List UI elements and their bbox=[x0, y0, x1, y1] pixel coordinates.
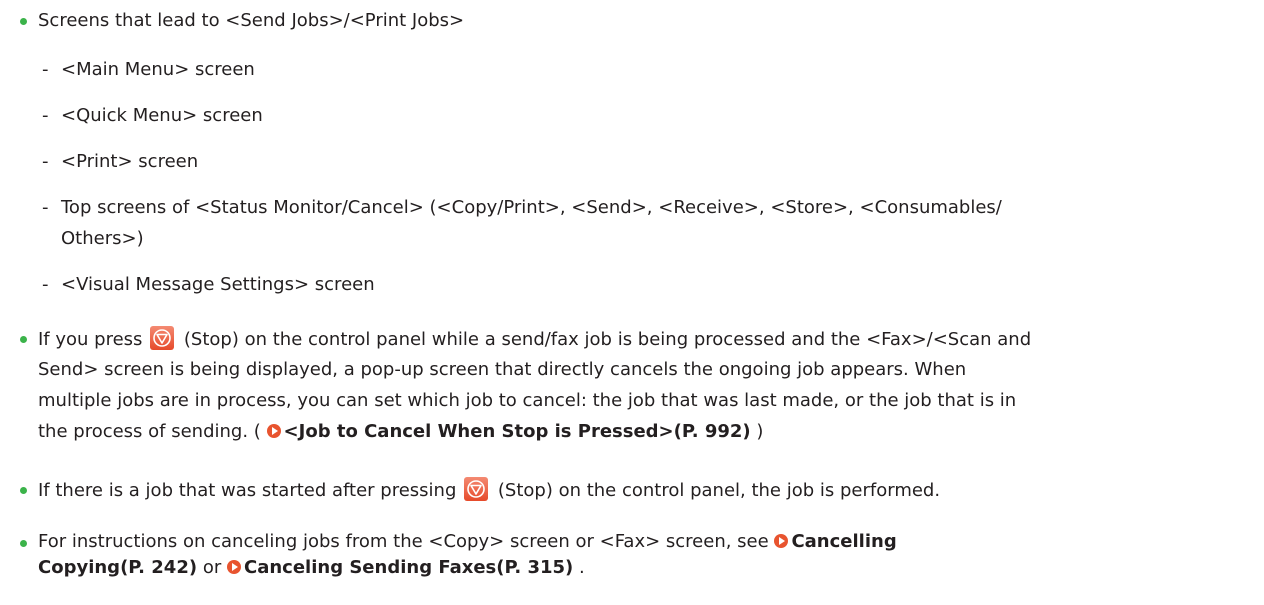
bullet-text-line: Copying(P. 242) or Canceling Sending Fax… bbox=[38, 557, 585, 578]
bullet-dot bbox=[20, 487, 27, 494]
bullet-dot bbox=[20, 540, 27, 547]
bullet-text-line: multiple jobs are in process, you can se… bbox=[38, 390, 1017, 411]
bullet-text-line: the process of sending. ( <Job to Cancel… bbox=[38, 421, 764, 442]
bullet-text-line: Send> screen is being displayed, a pop-u… bbox=[38, 359, 967, 380]
link-arrow-icon bbox=[774, 534, 789, 548]
bullet-text: Screens that lead to <Send Jobs>/<Print … bbox=[38, 10, 465, 31]
bullet-text: If you press (Stop) on the control panel… bbox=[38, 326, 1031, 352]
link-canceling-sending-faxes[interactable]: Canceling Sending Faxes(P. 315) bbox=[244, 557, 573, 578]
bullet-dot bbox=[20, 336, 27, 343]
stop-button-icon bbox=[150, 326, 175, 350]
link-cancelling-copying[interactable]: Cancelling bbox=[791, 531, 896, 552]
bullet-text: If there is a job that was started after… bbox=[38, 477, 940, 503]
link-arrow-icon bbox=[266, 424, 281, 438]
bullet-text: For instructions on canceling jobs from … bbox=[38, 531, 897, 552]
document-page: Screens that lead to <Send Jobs>/<Print … bbox=[0, 0, 1264, 605]
stop-button-icon bbox=[464, 477, 489, 501]
link-arrow-icon bbox=[226, 560, 241, 574]
link-cancelling-copying-page[interactable]: Copying(P. 242) bbox=[38, 557, 197, 578]
link-job-to-cancel[interactable]: <Job to Cancel When Stop is Pressed>(P. … bbox=[284, 421, 751, 442]
bullet-dot bbox=[20, 18, 27, 25]
